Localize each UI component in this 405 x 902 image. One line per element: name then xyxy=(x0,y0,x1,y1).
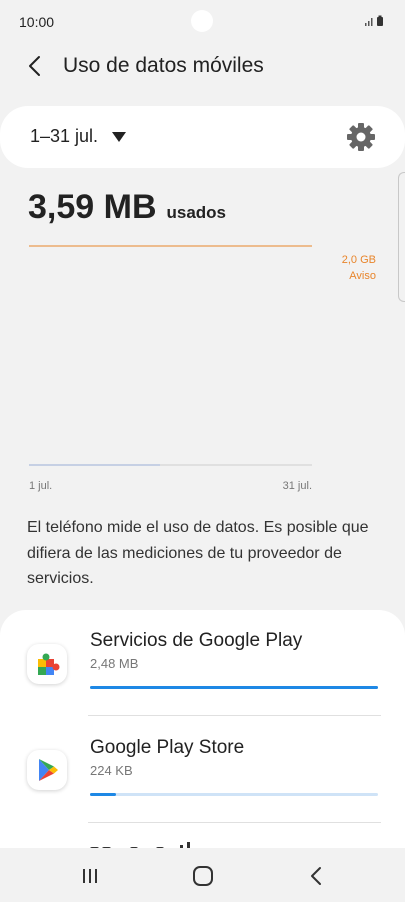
divider xyxy=(88,822,381,823)
list-item-google-play-store[interactable]: Google Play Store 224 KB xyxy=(0,716,405,822)
usage-bar-fill xyxy=(90,793,116,796)
usage-bar xyxy=(90,793,378,796)
home-icon[interactable] xyxy=(188,862,218,890)
camera-cutout xyxy=(191,10,213,32)
usage-bar-fill xyxy=(90,686,378,689)
signal-battery-icon xyxy=(365,15,383,26)
apps-card: Servicios de Google Play 2,48 MB Google … xyxy=(0,610,405,848)
x-tick-end: 31 jul. xyxy=(283,480,312,492)
usage-unit: usados xyxy=(166,203,227,222)
google-play-store-icon xyxy=(27,750,67,790)
app-name: Servicios de Google Play xyxy=(90,630,303,651)
usage-value: 3,59 MB xyxy=(28,188,157,226)
navigation-bar xyxy=(0,848,405,902)
back-nav-icon[interactable] xyxy=(302,862,332,890)
dropdown-caret-icon[interactable] xyxy=(112,132,126,142)
usage-description: El teléfono mide el uso de datos. Es pos… xyxy=(27,519,369,587)
list-item-next-cut-off xyxy=(90,839,230,848)
list-item-google-play-services[interactable]: Servicios de Google Play 2,48 MB xyxy=(0,610,405,716)
page-title: Uso de datos móviles xyxy=(63,54,264,77)
x-tick-start: 1 jul. xyxy=(29,480,52,492)
app-bar: Uso de datos móviles xyxy=(0,44,405,92)
warning-value-label: 2,0 GB xyxy=(342,254,376,266)
app-data-size: 2,48 MB xyxy=(90,656,139,671)
scroll-indicator[interactable] xyxy=(398,172,405,302)
gear-icon[interactable] xyxy=(345,121,377,153)
usage-bar xyxy=(90,686,378,689)
status-bar: 10:00 xyxy=(0,0,405,44)
recent-apps-icon[interactable] xyxy=(75,862,105,890)
app-data-size: 224 KB xyxy=(90,763,133,778)
period-dropdown[interactable]: 1–31 jul. xyxy=(30,126,98,147)
cut-off-text xyxy=(90,842,190,848)
google-play-services-icon xyxy=(27,644,67,684)
usage-summary: 3,59 MB usados xyxy=(28,188,226,227)
app-name: Google Play Store xyxy=(90,737,245,758)
status-time: 10:00 xyxy=(19,14,55,30)
warning-label: Aviso xyxy=(349,270,376,282)
back-arrow-icon[interactable] xyxy=(22,52,50,80)
period-selector: 1–31 jul. xyxy=(0,106,405,168)
